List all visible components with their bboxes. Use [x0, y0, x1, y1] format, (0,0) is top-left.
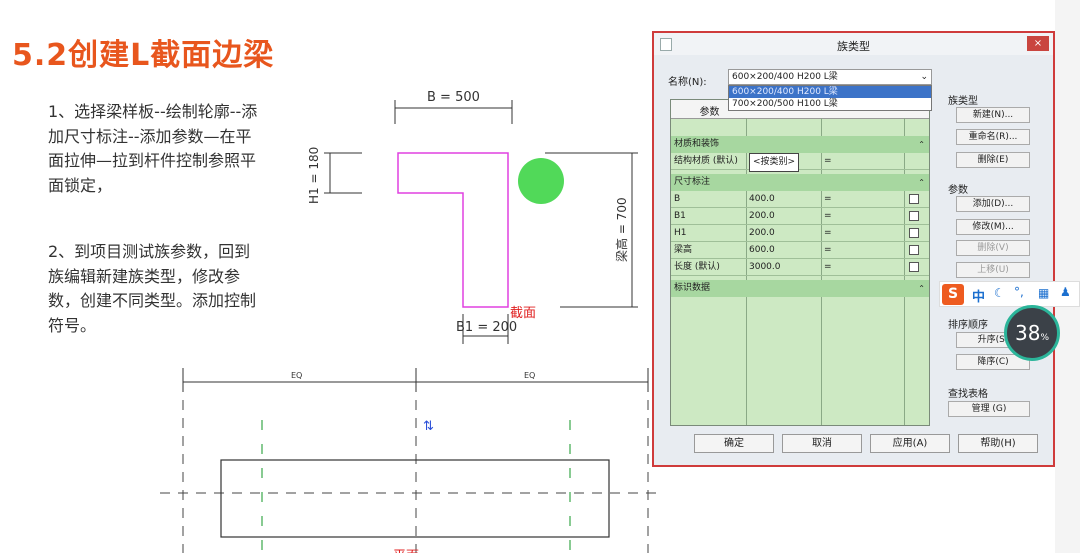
keyboard-icon[interactable]: ▦: [1038, 286, 1049, 300]
sogou-logo-icon[interactable]: S: [942, 284, 964, 305]
param-value[interactable]: 200.0: [749, 225, 775, 242]
group-dimensions[interactable]: 尺寸标注 ⌃: [671, 174, 929, 191]
ok-button[interactable]: 确定: [694, 434, 774, 453]
moon-icon[interactable]: ☾: [994, 286, 1005, 300]
name-label: 名称(N):: [668, 77, 707, 88]
remove-parameter-button[interactable]: 删除(V): [956, 240, 1030, 256]
param-name: 梁高: [674, 245, 693, 255]
lookup-tables-label: 查找表格: [948, 389, 988, 400]
delete-type-button[interactable]: 删除(E): [956, 152, 1030, 168]
background-edge: [1055, 0, 1080, 553]
param-formula[interactable]: =: [824, 191, 832, 208]
rename-type-button[interactable]: 重命名(R)...: [956, 129, 1030, 145]
param-row-length[interactable]: 长度 (默认) 3000.0 =: [671, 259, 929, 276]
param-row-beam-height[interactable]: 梁高 600.0 =: [671, 242, 929, 259]
sort-order-label: 排序顺序: [948, 320, 988, 331]
param-formula[interactable]: =: [824, 153, 832, 170]
dim-h-text: 梁高 = 700: [614, 197, 629, 262]
add-parameter-button[interactable]: 添加(D)...: [956, 196, 1030, 212]
eq-dimension: [182, 368, 649, 392]
group-identity-data[interactable]: 标识数据 ⌃: [671, 280, 929, 297]
collapse-icon: ⌃: [918, 178, 925, 187]
ime-toolbar[interactable]: S 中 ☾ °, ▦ ♟: [939, 281, 1080, 307]
dim-h1-text: H1 = 180: [307, 147, 321, 204]
collapse-icon: ⌃: [918, 140, 925, 149]
group-material[interactable]: 材质和装饰 ⌃: [671, 136, 929, 153]
param-row-material[interactable]: 结构材质 (默认) <按类别> =: [671, 153, 929, 172]
collapse-icon: ⌃: [918, 284, 925, 293]
param-row-b[interactable]: B 400.0 =: [671, 191, 929, 208]
param-value[interactable]: 600.0: [749, 242, 775, 259]
cursor-highlight-marker: [518, 158, 564, 204]
dropdown-option-1[interactable]: 600×200/400 H200 L梁: [729, 86, 931, 98]
gauge-unit: %: [1040, 333, 1049, 343]
manage-lookup-button[interactable]: 管理 (G): [948, 401, 1030, 417]
param-value[interactable]: <按类别>: [749, 153, 800, 172]
lock-checkbox[interactable]: [909, 211, 919, 221]
help-button[interactable]: 帮助(H): [958, 434, 1038, 453]
param-value[interactable]: 400.0: [749, 191, 775, 208]
param-name: 长度 (默认): [674, 262, 720, 272]
dialog-titlebar[interactable]: 族类型 ×: [654, 33, 1053, 55]
parameters-label: 参数: [948, 185, 968, 196]
performance-gauge[interactable]: 38%: [1004, 305, 1060, 361]
new-type-button[interactable]: 新建(N)...: [956, 107, 1030, 123]
type-name-value: 600×200/400 H200 L梁: [732, 72, 838, 82]
user-icon[interactable]: ♟: [1060, 285, 1071, 299]
param-name: B: [674, 194, 681, 204]
cancel-button[interactable]: 取消: [782, 434, 862, 453]
group-dimensions-label: 尺寸标注: [674, 177, 711, 187]
close-icon[interactable]: ×: [1027, 36, 1049, 51]
reference-planes: [160, 400, 660, 553]
plan-label: 平面: [393, 549, 419, 553]
lock-checkbox[interactable]: [909, 262, 919, 272]
ime-language-toggle[interactable]: 中: [972, 286, 985, 305]
param-formula[interactable]: =: [824, 259, 832, 276]
param-formula[interactable]: =: [824, 208, 832, 225]
modify-parameter-button[interactable]: 修改(M)...: [956, 219, 1030, 235]
revit-drawing: B = 500 H1 = 180 梁高 = 700 B1 = 200 截面 EQ…: [160, 90, 660, 553]
gauge-value: 38: [1014, 321, 1041, 345]
parameters-grid: 参数 材质和装饰 ⌃ 结构材质 (默认) <按类别> = 尺寸标注 ⌃ B 400.…: [670, 99, 930, 426]
dropdown-option-2[interactable]: 700×200/500 H100 L梁: [729, 98, 931, 110]
type-name-dropdown-list: 600×200/400 H200 L梁 700×200/500 H100 L梁: [728, 85, 932, 111]
chevron-down-icon: ⌄: [920, 72, 928, 82]
section-label: 截面: [510, 306, 536, 321]
lock-checkbox[interactable]: [909, 245, 919, 255]
lock-checkbox[interactable]: [909, 194, 919, 204]
beam-plan-rectangle: [220, 459, 610, 538]
param-formula[interactable]: =: [824, 242, 832, 259]
eq-right-text: EQ: [524, 371, 535, 380]
dim-b1-text: B1 = 200: [456, 320, 517, 335]
group-material-label: 材质和装饰: [674, 139, 720, 149]
family-types-label: 族类型: [948, 96, 978, 107]
param-row-h1[interactable]: H1 200.0 =: [671, 225, 929, 242]
punctuation-icon[interactable]: °,: [1014, 285, 1024, 299]
param-formula[interactable]: =: [824, 225, 832, 242]
param-name: H1: [674, 228, 687, 238]
dialog-title: 族类型: [837, 40, 870, 53]
param-value[interactable]: 3000.0: [749, 259, 781, 276]
param-value[interactable]: 200.0: [749, 208, 775, 225]
eq-left-text: EQ: [291, 371, 302, 380]
param-name: 结构材质 (默认): [674, 156, 738, 166]
move-up-button[interactable]: 上移(U): [956, 262, 1030, 278]
param-name: B1: [674, 211, 686, 221]
dim-b-text: B = 500: [427, 90, 480, 105]
family-types-dialog: 族类型 × 名称(N): 600×200/400 H200 L梁 ⌄ 参数 材质…: [652, 31, 1055, 467]
type-name-select[interactable]: 600×200/400 H200 L梁 ⌄: [728, 69, 932, 85]
dimension-h1: [324, 152, 362, 194]
l-section-profile: [397, 152, 509, 308]
group-identity-label: 标识数据: [674, 283, 711, 293]
flip-control-icon[interactable]: ⇅: [423, 419, 434, 434]
lock-checkbox[interactable]: [909, 228, 919, 238]
apply-button[interactable]: 应用(A): [870, 434, 950, 453]
param-row-b1[interactable]: B1 200.0 =: [671, 208, 929, 225]
